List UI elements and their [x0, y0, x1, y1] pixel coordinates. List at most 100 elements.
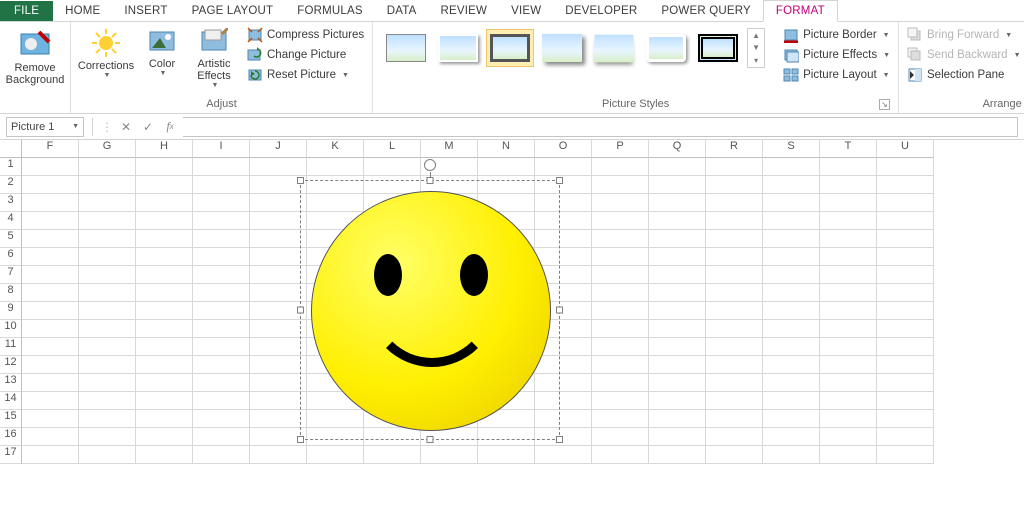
column-header[interactable]: Q [649, 140, 706, 158]
picture-styles-more[interactable]: ▲▼▾ [747, 28, 765, 68]
row-header[interactable]: 16 [0, 428, 22, 446]
cell[interactable] [22, 374, 79, 392]
cell[interactable] [649, 302, 706, 320]
cell[interactable] [706, 410, 763, 428]
cell[interactable] [79, 320, 136, 338]
column-header[interactable]: K [307, 140, 364, 158]
remove-background-button[interactable]: Remove Background [6, 26, 64, 86]
cell[interactable] [79, 374, 136, 392]
tab-formulas[interactable]: FORMULAS [285, 1, 375, 21]
cell[interactable] [136, 212, 193, 230]
cell[interactable] [22, 230, 79, 248]
bring-forward-button[interactable]: Bring Forward▼ [905, 26, 1022, 44]
cell[interactable] [250, 356, 307, 374]
column-header[interactable]: U [877, 140, 934, 158]
column-header[interactable]: F [22, 140, 79, 158]
picture-style-3[interactable] [487, 30, 533, 66]
cell[interactable] [364, 446, 421, 464]
cell[interactable] [592, 320, 649, 338]
cell[interactable] [193, 176, 250, 194]
cell[interactable] [193, 392, 250, 410]
picture-style-2[interactable] [435, 30, 481, 66]
tab-view[interactable]: VIEW [499, 1, 553, 21]
cell[interactable] [592, 374, 649, 392]
resize-handle-ne[interactable] [556, 177, 563, 184]
cell[interactable] [649, 320, 706, 338]
row-header[interactable]: 5 [0, 230, 22, 248]
row-header[interactable]: 12 [0, 356, 22, 374]
cell[interactable] [136, 428, 193, 446]
cell[interactable] [763, 266, 820, 284]
cell[interactable] [649, 392, 706, 410]
cell[interactable] [307, 446, 364, 464]
cell[interactable] [136, 284, 193, 302]
cell[interactable] [79, 410, 136, 428]
cell[interactable] [820, 320, 877, 338]
cell[interactable] [79, 194, 136, 212]
cell[interactable] [22, 194, 79, 212]
cell[interactable] [649, 230, 706, 248]
cell[interactable] [22, 284, 79, 302]
cell[interactable] [706, 428, 763, 446]
cell[interactable] [79, 284, 136, 302]
cell[interactable] [136, 248, 193, 266]
cell[interactable] [193, 194, 250, 212]
cell[interactable] [592, 392, 649, 410]
enter-formula-button[interactable]: ✓ [139, 118, 157, 136]
cell[interactable] [136, 158, 193, 176]
cell[interactable] [706, 446, 763, 464]
cell[interactable] [649, 410, 706, 428]
cell[interactable] [250, 230, 307, 248]
cell[interactable] [820, 374, 877, 392]
cell[interactable] [877, 356, 934, 374]
cell[interactable] [478, 158, 535, 176]
cell[interactable] [79, 248, 136, 266]
cell[interactable] [592, 302, 649, 320]
cell[interactable] [193, 338, 250, 356]
cell[interactable] [763, 230, 820, 248]
cell[interactable] [250, 194, 307, 212]
tab-page-layout[interactable]: PAGE LAYOUT [180, 1, 286, 21]
cell[interactable] [136, 194, 193, 212]
cell[interactable] [763, 158, 820, 176]
cell[interactable] [136, 356, 193, 374]
resize-handle-se[interactable] [556, 436, 563, 443]
resize-handle-e[interactable] [556, 307, 563, 314]
picture-border-button[interactable]: Picture Border▼ [781, 26, 892, 44]
cell[interactable] [649, 212, 706, 230]
column-header[interactable]: R [706, 140, 763, 158]
cell[interactable] [649, 248, 706, 266]
cell[interactable] [79, 158, 136, 176]
cell[interactable] [706, 338, 763, 356]
column-header[interactable]: L [364, 140, 421, 158]
cell[interactable] [763, 320, 820, 338]
row-header[interactable]: 9 [0, 302, 22, 320]
cell[interactable] [193, 284, 250, 302]
cell[interactable] [22, 428, 79, 446]
cell[interactable] [820, 248, 877, 266]
cell[interactable] [877, 374, 934, 392]
cell[interactable] [706, 302, 763, 320]
cell[interactable] [592, 428, 649, 446]
cell[interactable] [706, 320, 763, 338]
cell[interactable] [193, 410, 250, 428]
cell[interactable] [79, 446, 136, 464]
picture-effects-button[interactable]: Picture Effects▼ [781, 46, 892, 64]
corrections-button[interactable]: Corrections▼ [77, 26, 135, 79]
change-picture-button[interactable]: Change Picture [245, 46, 366, 64]
cell[interactable] [649, 284, 706, 302]
cell[interactable] [193, 374, 250, 392]
picture-style-5[interactable] [591, 30, 637, 66]
compress-pictures-button[interactable]: Compress Pictures [245, 26, 366, 44]
cell[interactable] [22, 392, 79, 410]
cell[interactable] [763, 410, 820, 428]
cell[interactable] [877, 338, 934, 356]
cell[interactable] [706, 212, 763, 230]
resize-handle-nw[interactable] [297, 177, 304, 184]
tab-file[interactable]: FILE [0, 1, 53, 21]
cell[interactable] [763, 212, 820, 230]
row-header[interactable]: 14 [0, 392, 22, 410]
cell[interactable] [706, 176, 763, 194]
cell[interactable] [877, 302, 934, 320]
cell[interactable] [706, 392, 763, 410]
